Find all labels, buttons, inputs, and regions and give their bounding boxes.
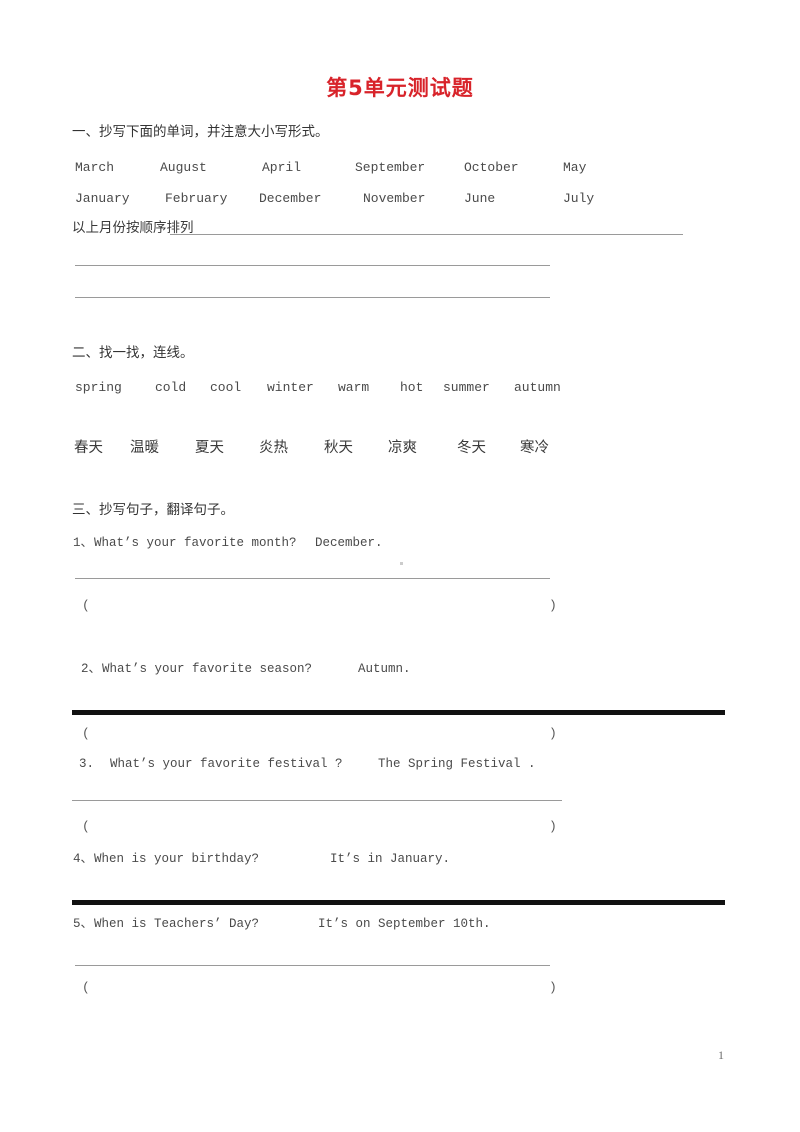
answer-text: It’s in January. <box>330 852 451 866</box>
chinese-word[interactable]: 冬天 <box>457 441 486 456</box>
month-word: November <box>363 191 426 206</box>
worksheet-page: 第5单元测试题 一、抄写下面的单词，并注意大小写形式。 March August… <box>0 0 800 1132</box>
english-word[interactable]: spring <box>75 381 122 394</box>
copy-line <box>75 578 550 579</box>
chinese-word[interactable]: 春天 <box>74 441 103 456</box>
question-text: What’s your favorite season? <box>102 662 313 676</box>
question-number: 3. <box>79 757 95 771</box>
translation-paren-open: ( <box>82 726 90 741</box>
month-word: February <box>165 191 228 206</box>
month-word: December <box>259 191 322 206</box>
scan-speck <box>400 562 403 565</box>
english-word[interactable]: cool <box>210 381 241 394</box>
copy-line <box>72 800 562 801</box>
answer-line-3 <box>75 297 550 298</box>
translation-paren-open: ( <box>82 980 90 995</box>
month-word: June <box>464 191 496 206</box>
translation-paren-close: ) <box>549 819 557 834</box>
question-number: 4、 <box>73 852 94 866</box>
chinese-word[interactable]: 寒冷 <box>520 441 549 456</box>
chinese-word[interactable]: 炎热 <box>259 441 288 456</box>
answer-text: The Spring Festival . <box>378 757 536 771</box>
copy-line-bold <box>72 710 725 713</box>
section-1-heading: 一、抄写下面的单词，并注意大小写形式。 <box>72 124 329 140</box>
answer-text: It’s on September 10th. <box>318 917 491 931</box>
translation-paren-close: ) <box>549 726 557 741</box>
section-2-heading: 二、找一找，连线。 <box>72 345 194 361</box>
english-word[interactable]: winter <box>267 381 314 394</box>
month-word: July <box>563 191 595 206</box>
translation-paren-close: ) <box>549 980 557 995</box>
english-word[interactable]: summer <box>443 381 490 394</box>
question-text: What’s your favorite month? <box>94 536 297 550</box>
question-text: When is Teachers’ Day? <box>94 917 260 931</box>
answer-line-2 <box>75 265 550 266</box>
month-word: April <box>262 160 302 175</box>
page-title: 第5单元测试题 <box>326 76 474 100</box>
english-word[interactable]: warm <box>338 381 369 394</box>
translation-paren-open: ( <box>82 598 90 613</box>
chinese-word[interactable]: 凉爽 <box>388 441 417 456</box>
english-word[interactable]: cold <box>155 381 186 394</box>
month-word: August <box>160 160 207 175</box>
translation-paren-open: ( <box>82 819 90 834</box>
copy-line <box>75 965 550 966</box>
month-word: January <box>75 191 130 206</box>
question-text: When is your birthday? <box>94 852 260 866</box>
question-number: 5、 <box>73 917 94 931</box>
month-word: March <box>75 160 115 175</box>
month-word: September <box>355 160 426 175</box>
question-number: 2、 <box>81 662 102 676</box>
english-word[interactable]: hot <box>400 381 423 394</box>
question-text: What’s your favorite festival ? <box>110 757 343 771</box>
month-word: May <box>563 160 587 175</box>
answer-text: December. <box>315 536 383 550</box>
page-number: 1 <box>718 1048 724 1062</box>
question-number: 1、 <box>73 536 94 550</box>
answer-text: Autumn. <box>358 662 411 676</box>
answer-line-1 <box>170 234 683 235</box>
english-word[interactable]: autumn <box>514 381 561 394</box>
chinese-word[interactable]: 夏天 <box>195 441 224 456</box>
chinese-word[interactable]: 温暖 <box>130 441 159 456</box>
copy-line-bold <box>72 900 725 903</box>
section-3-heading: 三、抄写句子，翻译句子。 <box>72 502 234 518</box>
translation-paren-close: ) <box>549 598 557 613</box>
month-word: October <box>464 160 519 175</box>
chinese-word[interactable]: 秋天 <box>324 441 353 456</box>
